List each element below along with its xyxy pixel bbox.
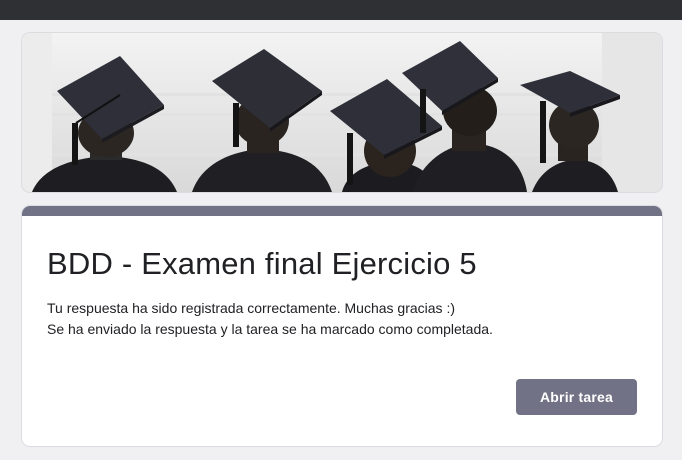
confirmation-message-line-1: Tu respuesta ha sido registrada correcta…: [47, 300, 456, 316]
card-accent-bar: [22, 206, 662, 216]
form-title: BDD - Examen final Ejercicio 5: [47, 246, 477, 281]
confirmation-card: BDD - Examen final Ejercicio 5 Tu respue…: [22, 206, 662, 446]
graduation-caps-illustration: [22, 33, 662, 192]
open-task-button[interactable]: Abrir tarea: [516, 379, 637, 415]
top-bar: [0, 0, 682, 20]
confirmation-message-line-2: Se ha enviado la respuesta y la tarea se…: [47, 321, 493, 337]
confirmation-message: Tu respuesta ha sido registrada correcta…: [47, 298, 493, 340]
header-banner-image: [22, 33, 662, 192]
